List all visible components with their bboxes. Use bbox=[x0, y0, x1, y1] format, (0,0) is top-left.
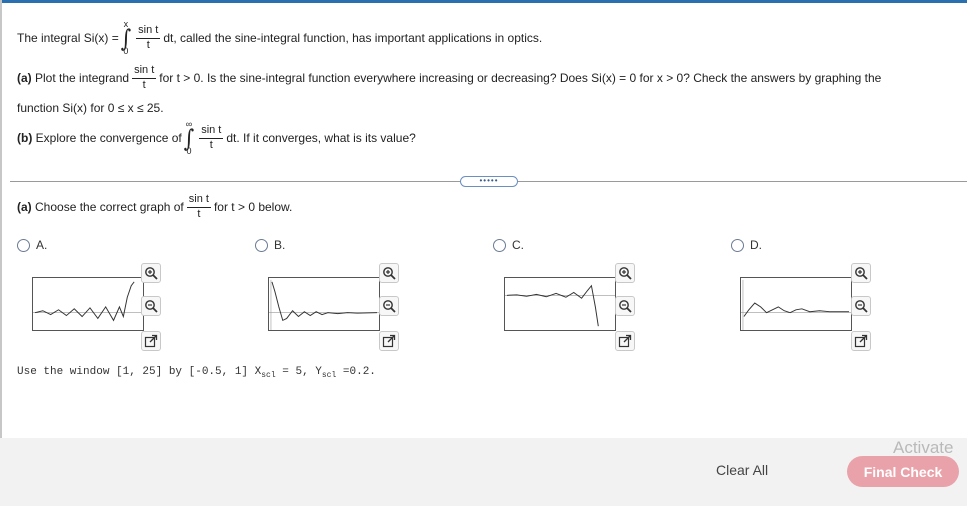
option-d-radio[interactable] bbox=[731, 238, 744, 252]
zoom-out-icon[interactable] bbox=[615, 296, 635, 316]
zoom-out-icon[interactable] bbox=[141, 296, 161, 316]
question-line: (a) Choose the correct graph of sin t t … bbox=[17, 193, 293, 220]
part-a-fraction: sin t t bbox=[132, 64, 157, 91]
intro-line: The integral Si(x) = x ∫ 0 sin t t dt, c… bbox=[17, 20, 542, 56]
open-external-icon[interactable] bbox=[141, 331, 161, 351]
part-b-fraction: sin t t bbox=[199, 123, 224, 151]
left-border bbox=[0, 0, 2, 438]
option-c[interactable]: C. bbox=[493, 238, 524, 252]
option-b[interactable]: B. bbox=[255, 238, 285, 252]
zoom-in-icon[interactable] bbox=[141, 263, 161, 283]
graph-thumbnail-a[interactable] bbox=[32, 277, 144, 331]
graph-thumbnail-d[interactable] bbox=[740, 277, 852, 331]
option-d[interactable]: D. bbox=[731, 238, 762, 252]
zoom-in-icon[interactable] bbox=[615, 263, 635, 283]
final-check-button[interactable]: Final Check bbox=[847, 456, 959, 487]
zoom-in-icon[interactable] bbox=[379, 263, 399, 283]
clear-all-button[interactable]: Clear All bbox=[716, 462, 768, 478]
integral-symbol: x ∫ 0 bbox=[120, 19, 132, 56]
option-c-radio[interactable] bbox=[493, 238, 506, 252]
question-fraction: sin t t bbox=[186, 193, 211, 220]
zoom-out-icon[interactable] bbox=[379, 296, 399, 316]
top-border bbox=[0, 0, 967, 3]
option-a[interactable]: A. bbox=[17, 238, 47, 252]
open-external-icon[interactable] bbox=[615, 331, 635, 351]
zoom-out-icon[interactable] bbox=[851, 296, 871, 316]
graph-thumbnail-c[interactable] bbox=[504, 277, 616, 331]
window-instruction: Use the window [1, 25] by [-0.5, 1] Xscl… bbox=[17, 366, 376, 381]
intro-prefix: The integral Si(x) = bbox=[17, 31, 119, 45]
option-b-radio[interactable] bbox=[255, 238, 268, 252]
part-a-line-2: function Si(x) for 0 ≤ x ≤ 25. bbox=[17, 101, 164, 115]
improper-integral-symbol: ∞ ∫ 0 bbox=[183, 119, 195, 156]
bottom-action-bar bbox=[0, 438, 967, 506]
zoom-in-icon[interactable] bbox=[851, 263, 871, 283]
activate-watermark: Activate bbox=[893, 438, 954, 457]
integrand-fraction: sin t t bbox=[136, 23, 161, 51]
graph-thumbnail-b[interactable] bbox=[268, 277, 380, 331]
open-external-icon[interactable] bbox=[379, 331, 399, 351]
intro-suffix: dt, called the sine-integral function, h… bbox=[163, 31, 543, 45]
expand-more-button[interactable]: ••••• bbox=[460, 176, 518, 187]
open-external-icon[interactable] bbox=[851, 331, 871, 351]
option-a-radio[interactable] bbox=[17, 238, 30, 252]
part-a-line: (a) Plot the integrand sin t t for t > 0… bbox=[17, 64, 882, 91]
part-b-line: (b) Explore the convergence of ∞ ∫ 0 sin… bbox=[17, 119, 416, 156]
